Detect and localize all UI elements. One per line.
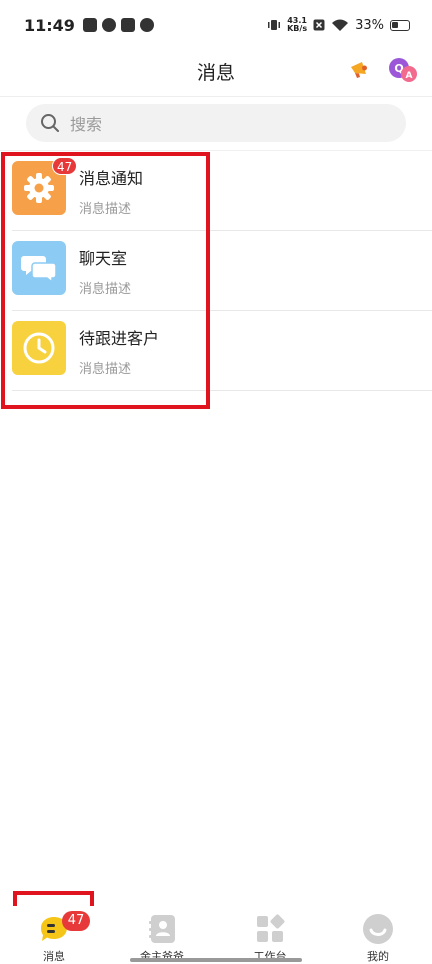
header: 消息 Q A [0, 50, 432, 97]
notification-app-icon [101, 18, 116, 32]
followup-icon-tile [12, 321, 66, 375]
message-desc: 消息描述 [79, 362, 132, 377]
chat-bubbles-icon [21, 256, 57, 283]
unread-badge: 47 [52, 157, 78, 175]
bottom-tab-bar: 47 消息 金主爸爸 工作台 我的 [0, 906, 432, 964]
tab-label: 消息 [43, 950, 65, 963]
status-time: 11:49 [24, 15, 75, 35]
workbench-grid-icon [257, 914, 285, 942]
tab-sponsors[interactable]: 金主爸爸 [108, 906, 216, 964]
notification-icons [82, 18, 154, 32]
tab-label: 我的 [367, 950, 389, 963]
search-placeholder: 搜索 [70, 115, 103, 134]
message-title: 聊天室 [79, 249, 128, 268]
message-item-followup-clients[interactable]: 待跟进客户 消息描述 [0, 311, 432, 391]
message-list: 47 消息通知 消息描述 聊天室 消息描述 待跟进客户 消息描述 [0, 151, 432, 391]
search-icon [41, 114, 59, 132]
message-desc: 消息描述 [79, 202, 132, 217]
notification-mail-icon [120, 18, 135, 32]
tab-messages[interactable]: 47 消息 [0, 906, 108, 964]
battery-icon [390, 19, 410, 31]
network-speed: 43.1 KB/s [287, 17, 307, 33]
search-bar[interactable]: 搜索 [26, 104, 406, 142]
notification-app-icon [82, 18, 97, 32]
network-speed-unit: KB/s [287, 24, 308, 33]
tab-icon-wrap [145, 912, 179, 945]
contact-book-icon [149, 914, 175, 943]
message-title: 消息通知 [79, 169, 144, 188]
message-title: 待跟进客户 [79, 329, 160, 348]
wifi-icon [332, 19, 349, 31]
battery-percent: 33% [355, 17, 384, 33]
profile-face-icon [363, 913, 393, 944]
vibrate-icon [268, 20, 281, 30]
tab-icon-wrap [361, 912, 395, 945]
chatroom-icon-tile [12, 241, 66, 295]
tab-workbench[interactable]: 工作台 [216, 906, 324, 964]
tab-profile[interactable]: 我的 [324, 906, 432, 964]
tab-unread-badge: 47 [62, 911, 90, 931]
qa-icon[interactable]: Q A [388, 57, 418, 83]
message-item-notifications[interactable]: 47 消息通知 消息描述 [0, 151, 432, 231]
message-item-chatroom[interactable]: 聊天室 消息描述 [0, 231, 432, 311]
clock-icon [23, 332, 55, 364]
sim-off-icon [313, 19, 325, 31]
tab-icon-wrap [253, 912, 287, 945]
message-desc: 消息描述 [79, 282, 132, 297]
gear-icon [24, 173, 54, 203]
notification-cat-icon [139, 18, 154, 32]
status-bar: 11:49 43.1 KB/s 33% [0, 0, 432, 50]
status-indicators: 43.1 KB/s 33% [267, 17, 410, 33]
home-indicator[interactable] [130, 958, 302, 962]
svg-text:A: A [406, 71, 413, 81]
item-divider [12, 390, 432, 391]
megaphone-icon[interactable] [348, 59, 370, 81]
